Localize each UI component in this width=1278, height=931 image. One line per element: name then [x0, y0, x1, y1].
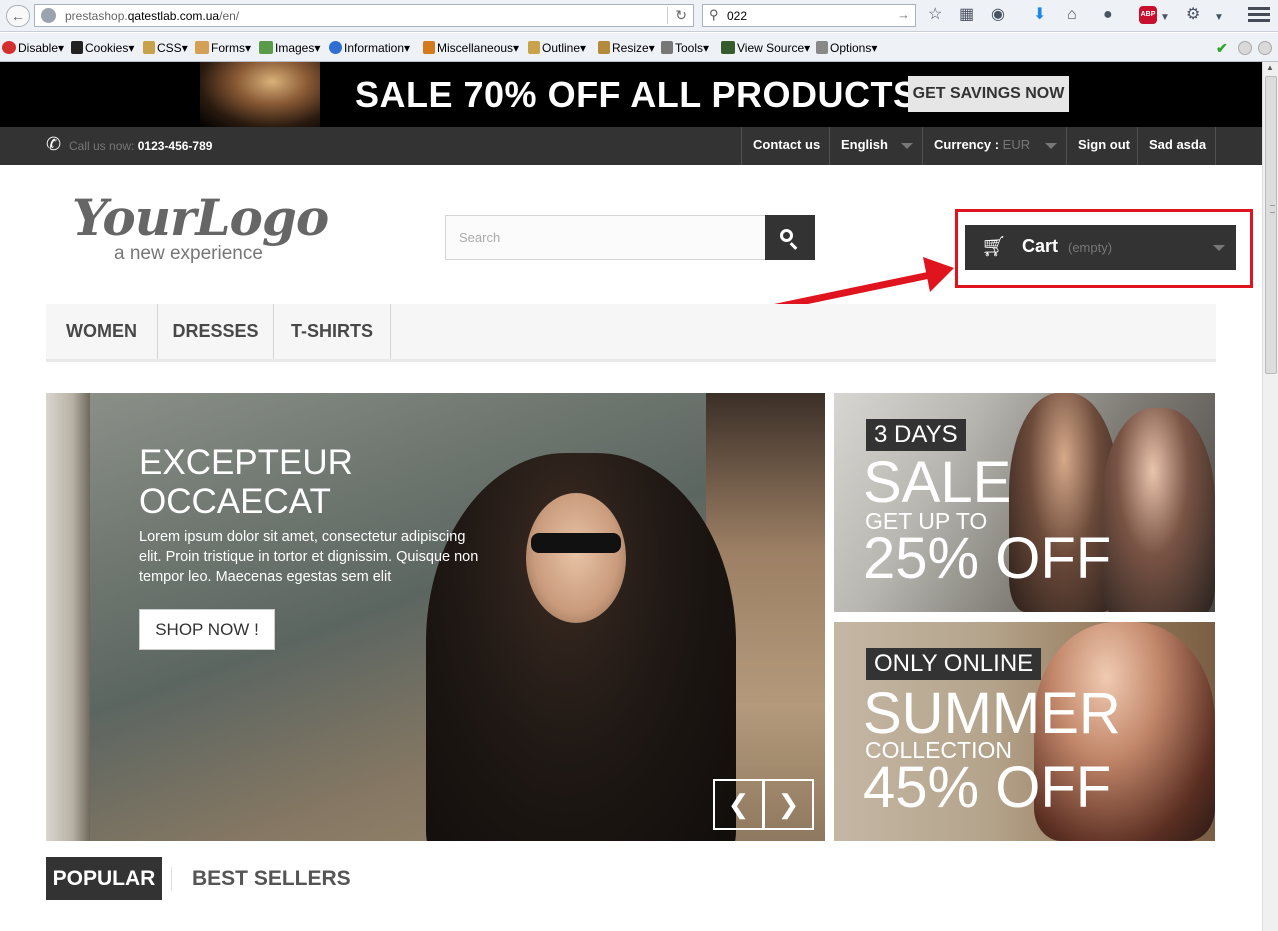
chevron-right-icon[interactable]: ❯	[763, 779, 814, 830]
menu-item-t-shirts[interactable]: T-SHIRTS	[274, 304, 391, 359]
site-logo[interactable]: YourLogo a new experience	[72, 188, 357, 268]
slider-sunglasses	[531, 533, 621, 553]
tab-popular[interactable]: POPULAR	[46, 857, 162, 900]
devbar-outline[interactable]: Outline▾	[528, 41, 586, 55]
chevron-down-icon	[1213, 245, 1225, 251]
browser-search-value: 022	[727, 9, 748, 23]
page-scrollbar[interactable]: ▲	[1262, 62, 1278, 931]
menu-item-dresses[interactable]: DRESSES	[158, 304, 274, 359]
slider-description: Lorem ipsum dolor sit amet, consectetur …	[139, 529, 479, 585]
chat-icon[interactable]: ●	[1103, 6, 1113, 24]
devbar-options[interactable]: Options▾	[816, 41, 877, 55]
language-selector[interactable]: English	[829, 127, 923, 165]
bookmark-star-icon[interactable]: ☆	[928, 6, 942, 24]
tab-best-sellers[interactable]: BEST SELLERS	[192, 857, 351, 900]
back-icon[interactable]: ←	[6, 5, 30, 27]
contact-us-link[interactable]: Contact us	[741, 127, 830, 165]
dropdown-caret-icon[interactable]: ▼	[1214, 9, 1224, 27]
banner-model-image	[200, 62, 320, 127]
devbar-css[interactable]: CSS▾	[143, 41, 188, 55]
phone-number: 0123-456-789	[137, 139, 213, 153]
devbar-information[interactable]: Information▾	[329, 41, 410, 55]
cart-button[interactable]: 🛒︎ Cart (empty)	[965, 225, 1236, 270]
menu-item-women[interactable]: WOMEN	[46, 304, 158, 359]
browser-toolbar: ← prestashop.qatestlab.com.ua/en/ ↻ ⚲ 02…	[0, 0, 1278, 32]
promo-banner-summer[interactable]: ONLY ONLINE SUMMER COLLECTION 45% OFF	[834, 622, 1215, 841]
devbar-forms[interactable]: Forms▾	[195, 41, 251, 55]
devbar-miscellaneous[interactable]: Miscellaneous▾	[423, 41, 519, 55]
devbar-view-source[interactable]: View Source▾	[721, 41, 810, 55]
clipboard-icon[interactable]: ▦	[959, 6, 974, 24]
phone-icon: ✆	[46, 134, 62, 154]
account-link[interactable]: Sad asda	[1137, 127, 1216, 165]
main-menu: WOMEN DRESSES T-SHIRTS	[46, 304, 1216, 362]
slider-title: EXCEPTEUR OCCAECAT	[139, 443, 353, 521]
search-button[interactable]	[765, 215, 815, 260]
pocket-icon[interactable]: ◉	[991, 6, 1005, 24]
devbar-images[interactable]: Images▾	[259, 41, 320, 55]
menu-icon[interactable]	[1248, 5, 1270, 25]
top-promo-banner[interactable]: SALE 70% OFF ALL PRODUCTS GET SAVINGS NO…	[0, 62, 1262, 127]
home-icon[interactable]: ⌂	[1067, 6, 1077, 24]
status-dot-icon	[1258, 41, 1272, 55]
cart-label: Cart	[1022, 236, 1059, 256]
call-us-text: Call us now: 0123-456-789	[69, 139, 213, 153]
logo-wordmark: YourLogo	[72, 188, 329, 247]
promo-discount: 45% OFF	[863, 755, 1112, 820]
banner-headline: SALE 70% OFF ALL PRODUCTS	[355, 74, 918, 115]
promo-tag: ONLY ONLINE	[866, 648, 1042, 680]
chevron-left-icon[interactable]: ❮	[713, 779, 764, 830]
search-placeholder: Search	[459, 230, 501, 245]
top-nav-bar: ✆ Call us now: 0123-456-789 Contact us E…	[0, 127, 1262, 165]
scrollbar-thumb[interactable]	[1265, 76, 1277, 374]
homepage-slider[interactable]: EXCEPTEUR OCCAECAT Lorem ipsum dolor sit …	[46, 393, 825, 841]
checkmark-icon: ✔	[1216, 40, 1228, 56]
promo-headline: SALE	[863, 450, 1012, 515]
dropdown-caret-icon[interactable]: ▼	[1160, 9, 1170, 27]
cart-status: (empty)	[1068, 240, 1113, 255]
chevron-down-icon	[901, 143, 913, 149]
promo-banner-sale[interactable]: 3 DAYS SALE GET UP TO 25% OFF	[834, 393, 1215, 612]
devbar-resize[interactable]: Resize▾	[598, 41, 655, 55]
chevron-down-icon	[1045, 143, 1057, 149]
address-bar[interactable]: prestashop.qatestlab.com.ua/en/ ↻	[34, 4, 694, 27]
address-text: prestashop.qatestlab.com.ua/en/	[65, 9, 240, 23]
currency-selector[interactable]: Currency : EUR	[922, 127, 1067, 165]
devbar-cookies[interactable]: Cookies▾	[71, 41, 134, 55]
cart-icon: 🛒︎	[981, 236, 1007, 258]
status-dot-icon	[1238, 41, 1252, 55]
scroll-up-icon[interactable]: ▲	[1266, 63, 1274, 72]
promo-discount: 25% OFF	[863, 526, 1112, 591]
download-icon[interactable]: ⬇	[1033, 6, 1046, 24]
arrow-right-icon[interactable]: →	[897, 7, 910, 22]
gear-icon[interactable]: ⚙	[1186, 6, 1200, 24]
web-developer-toolbar: Disable▾ Cookies▾ CSS▾ Forms▾ Images▾ In…	[0, 33, 1278, 62]
promo-woman-image	[1102, 408, 1215, 612]
devbar-disable[interactable]: Disable▾	[2, 41, 64, 55]
search-input[interactable]: Search	[445, 215, 766, 260]
adblock-icon[interactable]: ABP	[1139, 6, 1157, 24]
slider-side-image	[46, 393, 90, 841]
promo-headline: SUMMER	[863, 681, 1121, 746]
sign-out-link[interactable]: Sign out	[1066, 127, 1138, 165]
search-icon: ⚲	[709, 7, 719, 22]
logo-tagline: a new experience	[114, 243, 263, 264]
shop-now-button[interactable]: SHOP NOW !	[139, 609, 275, 650]
get-savings-button[interactable]: GET SAVINGS NOW	[908, 76, 1069, 112]
browser-search-field[interactable]: ⚲ 022 →	[702, 4, 916, 27]
promo-tag: 3 DAYS	[866, 419, 966, 451]
globe-icon	[41, 8, 56, 23]
devbar-tools[interactable]: Tools▾	[661, 41, 709, 55]
slider-woman-face	[526, 493, 626, 623]
search-icon	[780, 229, 793, 242]
reload-icon[interactable]: ↻	[667, 7, 687, 24]
